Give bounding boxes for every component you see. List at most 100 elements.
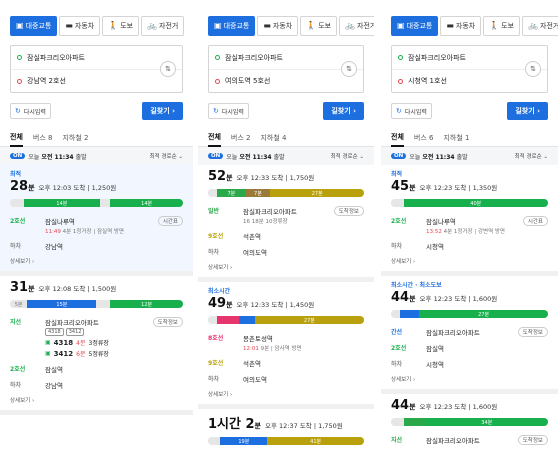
- mode-tab-car[interactable]: ▬ 자동차: [59, 15, 101, 36]
- details-link[interactable]: 상세보기 ›: [10, 393, 183, 404]
- reset-button[interactable]: ↻ 다시입력: [208, 103, 249, 119]
- mode-tab-walk[interactable]: 🚶 도보: [483, 15, 521, 36]
- step-body: 잠실나루역 13:52 4분 1정거장 | 강변역 방면: [426, 216, 518, 235]
- line-name: 간선: [391, 329, 403, 336]
- origin-field[interactable]: 잠실파크리오아파트: [392, 46, 547, 69]
- reset-button[interactable]: ↻ 다시입력: [391, 103, 432, 119]
- filter-tab[interactable]: 지하철 2: [62, 133, 88, 143]
- search-route-button[interactable]: 길찾기 ›: [142, 102, 183, 120]
- mode-tab-bicycle[interactable]: 🚲 자전거: [339, 15, 374, 36]
- departure-time[interactable]: 오전 11:34: [422, 152, 454, 161]
- duration: 52분: [208, 169, 233, 184]
- reset-button[interactable]: ↻ 다시입력: [10, 103, 51, 119]
- route-card[interactable]: 1시간 2분 오후 12:37 도착 | 1,750원 19분 41분: [198, 409, 374, 450]
- mode-tab-bus[interactable]: ▣ 대중교통: [391, 15, 439, 36]
- filter-tab[interactable]: 전체: [10, 129, 23, 147]
- route-card[interactable]: 31분 오후 12:08 도착 | 1,500원 5분 15분 12분 지선 잠실파크리오아…: [0, 276, 193, 415]
- details-link[interactable]: 상세보기 ›: [391, 254, 548, 265]
- details-link[interactable]: 상세보기 ›: [208, 387, 364, 398]
- route-label: 최적: [10, 171, 22, 178]
- filter-tab[interactable]: 전체: [391, 129, 404, 147]
- walk-icon: 🚶: [108, 21, 119, 30]
- arrival-fare: 오후 12:33 도착 | 1,750원: [236, 174, 315, 182]
- bus-eta: 4분: [76, 340, 86, 347]
- step-action-button[interactable]: 도착정보: [152, 317, 183, 327]
- line-name: 하차: [391, 243, 403, 250]
- swap-icon[interactable]: ⇅: [525, 61, 541, 77]
- sort-dropdown[interactable]: 최적 경로순 ⌄: [515, 152, 548, 160]
- timeline-segment: [96, 300, 111, 308]
- bus-chip[interactable]: 4318: [45, 328, 64, 336]
- filter-tab[interactable]: 전체: [208, 129, 221, 147]
- search-route-button[interactable]: 길찾기 ›: [507, 102, 548, 120]
- departure-time[interactable]: 오전 11:34: [239, 152, 271, 161]
- realtime-toggle[interactable]: ON: [391, 153, 407, 159]
- route-card[interactable]: 최적 45분 오후 12:23 도착 | 1,350원 40분 2호선 잠실나루역 13:5…: [381, 165, 558, 276]
- route-card[interactable]: 최적 28분 오후 12:03 도착 | 1,250원 14분 14분 2호선 잠실나루역 1…: [0, 165, 193, 276]
- origin-field[interactable]: 잠실파크리오아파트: [11, 46, 182, 69]
- route-card[interactable]: 최소시간 · 최소도보 44분 오후 12:23 도착 | 1,600원 27분 간선 잠…: [381, 276, 558, 394]
- stop-name: 잠실파크리오아파트: [243, 208, 297, 216]
- destination-field[interactable]: 강남역 2호선: [11, 69, 182, 92]
- mode-tab-bicycle[interactable]: 🚲 자전거: [141, 15, 185, 36]
- line-name: 2호선: [391, 345, 407, 352]
- timeline-segment: 14분: [23, 199, 100, 207]
- swap-icon[interactable]: ⇅: [160, 61, 176, 77]
- mode-tab-label: 자동차: [74, 21, 95, 30]
- origin-text: 잠실파크리오아파트: [27, 53, 85, 62]
- filter-tab[interactable]: 버스 8: [33, 133, 53, 143]
- bus-arrival: ▣ 4318 4분 3정류장: [45, 338, 148, 348]
- step-detail-text: 4분 1정거장 | 강변역 방면: [441, 229, 505, 235]
- filter-tab[interactable]: 지하철 1: [443, 133, 469, 143]
- filter-tab[interactable]: 버스 2: [231, 133, 251, 143]
- line-name: 하차: [10, 382, 22, 389]
- route-step: 하차 강남역: [10, 238, 183, 254]
- mode-tab-walk[interactable]: 🚶 도보: [102, 15, 140, 36]
- step-action-button[interactable]: 시간표: [522, 216, 548, 226]
- arrival-fare: 오후 12:03 도착 | 1,250원: [38, 184, 117, 192]
- sort-dropdown[interactable]: 최적 경로순 ⌄: [150, 152, 183, 160]
- route-summary: 44분 오후 12:23 도착 | 1,600원: [391, 398, 548, 413]
- destination-dot-icon: [17, 78, 22, 84]
- step-action-button[interactable]: 도착정보: [333, 206, 364, 216]
- details-link[interactable]: 상세보기 ›: [208, 260, 364, 271]
- route-card[interactable]: 52분 오후 12:33 도착 | 1,750원 7분 7분 27분 일반 잠실파크리오아파…: [198, 165, 374, 282]
- filter-tab[interactable]: 버스 6: [414, 133, 434, 143]
- bus-stops: 3정류장: [88, 340, 109, 347]
- stop-name: 잠실파크리오아파트: [426, 437, 480, 445]
- route-card[interactable]: 최소시간 49분 오후 12:33 도착 | 1,450원 27분 8호선 몽촌토성역 12…: [198, 282, 374, 409]
- mode-tab-walk[interactable]: 🚶 도보: [300, 15, 338, 36]
- timeline-segment: 27분: [254, 316, 364, 324]
- bus-icon: ▣: [45, 350, 51, 357]
- destination-field[interactable]: 여의도역 5호선: [209, 69, 363, 92]
- sort-dropdown[interactable]: 최적 경로순 ⌄: [331, 152, 364, 160]
- mode-tab-car[interactable]: ▬ 자동차: [440, 15, 482, 36]
- departure-time[interactable]: 오전 11:34: [41, 152, 73, 161]
- destination-field[interactable]: 시청역 1호선: [392, 69, 547, 92]
- bus-chip[interactable]: 3412: [65, 328, 85, 336]
- details-link[interactable]: 상세보기 ›: [10, 254, 183, 265]
- filter-tab[interactable]: 지하철 4: [260, 133, 286, 143]
- mode-tab-label: 자동차: [272, 21, 293, 30]
- swap-icon[interactable]: ⇅: [341, 61, 357, 77]
- stop-name: 시청역: [426, 243, 444, 251]
- bus-number: 3412: [53, 349, 74, 358]
- mode-tab-bus[interactable]: ▣ 대중교통: [208, 15, 256, 36]
- mode-tab-bus[interactable]: ▣ 대중교통: [10, 15, 58, 36]
- mode-tab-bicycle[interactable]: 🚲 자전거: [522, 15, 558, 36]
- route-card[interactable]: 44분 오후 12:23 도착 | 1,600원 34분 지선 잠실파크리오아파트 도착정…: [381, 394, 558, 450]
- duration-unit: 분: [226, 174, 233, 182]
- step-action-button[interactable]: 시간표: [157, 216, 183, 226]
- search-route-button[interactable]: 길찾기 ›: [323, 102, 364, 120]
- realtime-toggle[interactable]: ON: [208, 153, 224, 159]
- mode-tab-label: 자동차: [455, 21, 476, 30]
- step-action-button[interactable]: 도착정보: [517, 435, 548, 445]
- origin-field[interactable]: 잠실파크리오아파트: [209, 46, 363, 69]
- mode-tabs: ▣ 대중교통 ▬ 자동차 🚶 도보 🚲 자전거: [198, 0, 374, 37]
- realtime-toggle[interactable]: ON: [10, 153, 26, 159]
- step-action-button[interactable]: 도착정보: [517, 327, 548, 337]
- stop-name: 몽촌토성역: [243, 335, 273, 343]
- step-detail: 11:49 4분 1정거장 | 잠실역 방면: [45, 227, 153, 235]
- details-link[interactable]: 상세보기 ›: [391, 372, 548, 383]
- mode-tab-car[interactable]: ▬ 자동차: [257, 15, 299, 36]
